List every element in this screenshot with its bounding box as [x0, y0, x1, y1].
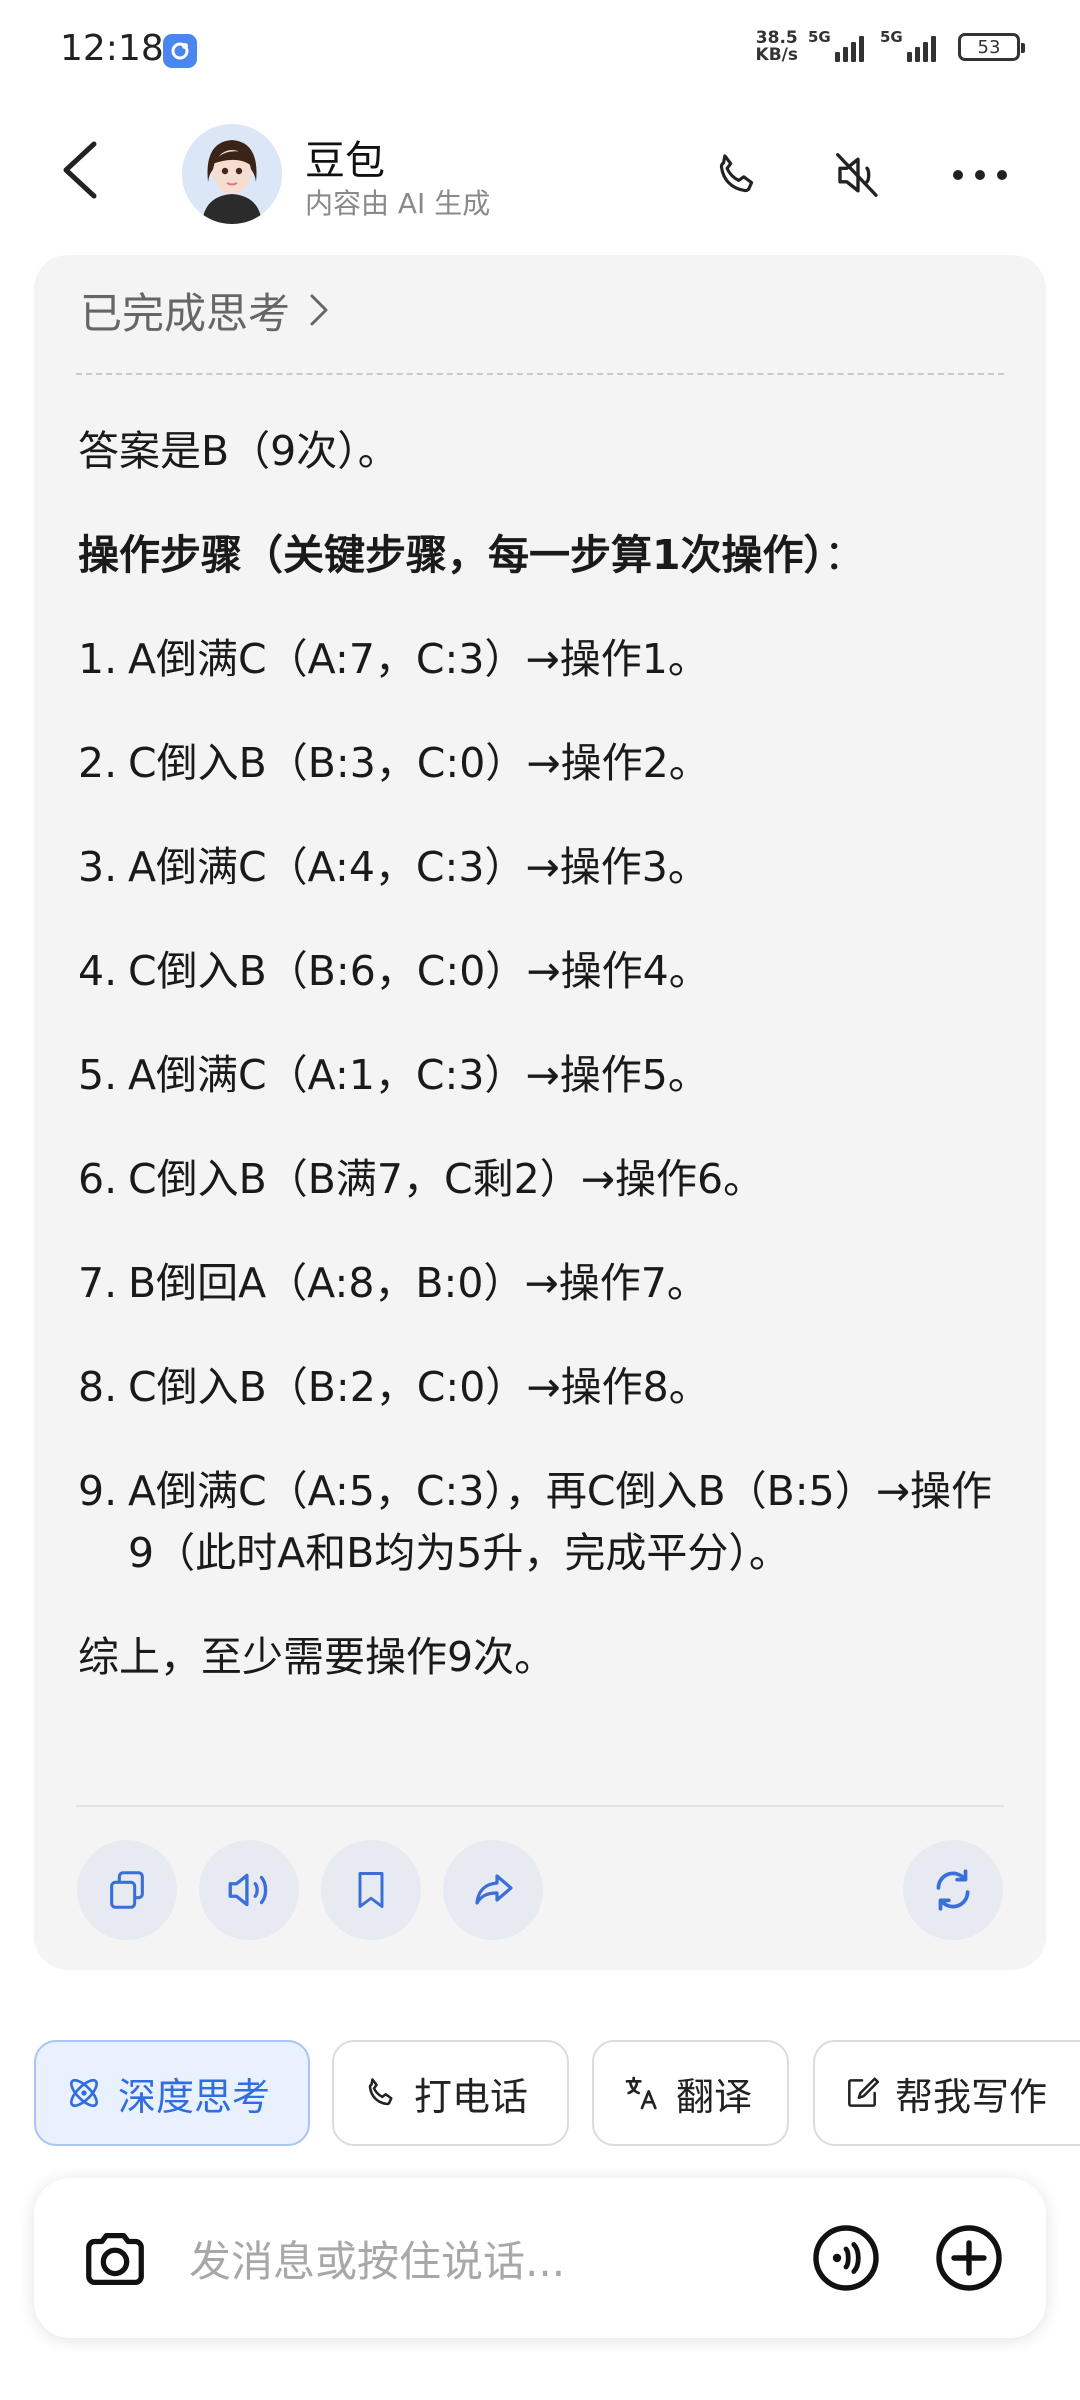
- mute-speaker-icon: [836, 153, 878, 197]
- voice-button[interactable]: [806, 2218, 886, 2298]
- chip-translate[interactable]: 翻译: [592, 2040, 789, 2146]
- chip-call[interactable]: 打电话: [332, 2040, 569, 2146]
- bookmark-icon: [358, 1872, 384, 1908]
- divider: [76, 373, 1004, 375]
- list-item: 2. C倒入B（B:3，C:0）→操作2。: [78, 739, 710, 787]
- message-input[interactable]: 发消息或按住说话...: [189, 2228, 565, 2289]
- back-arrow-icon: [63, 141, 97, 199]
- list-item: 6. C倒入B（B满7，C剩2）→操作6。: [78, 1155, 765, 1203]
- assistant-message-card: 已完成思考 答案是B（9次）。 操作步骤（关键步骤，每一步算1次操作）： 1. A…: [34, 255, 1046, 1970]
- steps-heading: 操作步骤（关键步骤，每一步算1次操作）：: [78, 531, 866, 579]
- battery-icon: 53: [958, 33, 1025, 61]
- back-button[interactable]: [40, 130, 120, 210]
- copy-button[interactable]: [77, 1840, 177, 1940]
- read-aloud-button[interactable]: [199, 1840, 299, 1940]
- notification-app-icon: [163, 34, 197, 68]
- regenerate-button[interactable]: [903, 1840, 1003, 1940]
- answer-text: 答案是B（9次）。: [78, 427, 399, 475]
- chevron-right-icon: [310, 294, 328, 326]
- status-time: 12:18: [60, 28, 164, 69]
- phone-icon: [719, 154, 754, 193]
- more-button[interactable]: [940, 135, 1020, 215]
- thinking-toggle[interactable]: 已完成思考: [80, 275, 330, 345]
- translate-icon: [625, 2076, 657, 2110]
- bookmark-button[interactable]: [321, 1840, 421, 1940]
- voice-wave-icon: [813, 2225, 879, 2291]
- phone-icon: [368, 2078, 393, 2106]
- chip-label: 翻译: [676, 2074, 753, 2119]
- mute-button[interactable]: [818, 135, 898, 215]
- quick-actions: 深度思考 打电话 翻译 帮我写作: [34, 2040, 1080, 2146]
- camera-button[interactable]: [72, 2216, 158, 2302]
- plus-icon: [936, 2225, 1002, 2291]
- more-icon: [953, 170, 1007, 180]
- list-item: 3. A倒满C（A:4，C:3）→操作3。: [78, 843, 709, 891]
- chip-label: 打电话: [414, 2074, 529, 2119]
- signal-icon-sim1: 5G: [808, 28, 870, 62]
- copy-icon: [110, 1871, 144, 1909]
- add-button[interactable]: [929, 2218, 1009, 2298]
- list-item: 7. B倒回A（A:8，B:0）→操作7。: [78, 1259, 708, 1307]
- bot-name: 豆包: [305, 138, 385, 184]
- chat-header: 豆包 内容由 AI 生成: [0, 100, 1080, 250]
- status-right: 38.5 KB/s 5G 5G 53: [755, 28, 1025, 65]
- ai-disclaimer: 内容由 AI 生成: [305, 187, 491, 220]
- call-button[interactable]: [697, 135, 777, 215]
- camera-icon: [86, 2233, 144, 2285]
- status-bar: 12:18 38.5 KB/s 5G 5G 53: [0, 0, 1080, 100]
- avatar[interactable]: [182, 124, 282, 224]
- list-item: 1. A倒满C（A:7，C:3）→操作1。: [78, 635, 709, 683]
- share-button[interactable]: [443, 1840, 543, 1940]
- chip-writing[interactable]: 帮我写作: [813, 2040, 1080, 2146]
- regenerate-icon: [936, 1869, 970, 1911]
- list-item: 5. A倒满C（A:1，C:3）→操作5。: [78, 1051, 709, 1099]
- list-item: 9. A倒满C（A:5，C:3），再C倒入B（B:5）→操作9（此时A和B均为5升…: [78, 1467, 993, 1577]
- divider: [76, 1805, 1004, 1807]
- list-item: 8. C倒入B（B:2，C:0）→操作8。: [78, 1363, 710, 1411]
- chip-deep-thinking[interactable]: 深度思考: [34, 2040, 310, 2146]
- conclusion-text: 综上，至少需要操作9次。: [78, 1633, 556, 1681]
- message-body: 答案是B（9次）。 操作步骤（关键步骤，每一步算1次操作）： 1. A倒满C（A:…: [78, 420, 1018, 1730]
- chip-label: 深度思考: [118, 2074, 271, 2119]
- edit-icon: [848, 2077, 880, 2107]
- atom-icon: [69, 2078, 99, 2108]
- chip-label: 帮我写作: [895, 2074, 1048, 2119]
- signal-icon-sim2: 5G: [880, 28, 942, 62]
- message-input-bar: 发消息或按住说话...: [34, 2178, 1046, 2338]
- thinking-label: 已完成思考: [80, 288, 291, 338]
- list-item: 4. C倒入B（B:6，C:0）→操作4。: [78, 947, 710, 995]
- speaker-icon: [228, 1873, 268, 1907]
- share-icon: [475, 1874, 513, 1905]
- net-speed: 38.5 KB/s: [755, 28, 798, 65]
